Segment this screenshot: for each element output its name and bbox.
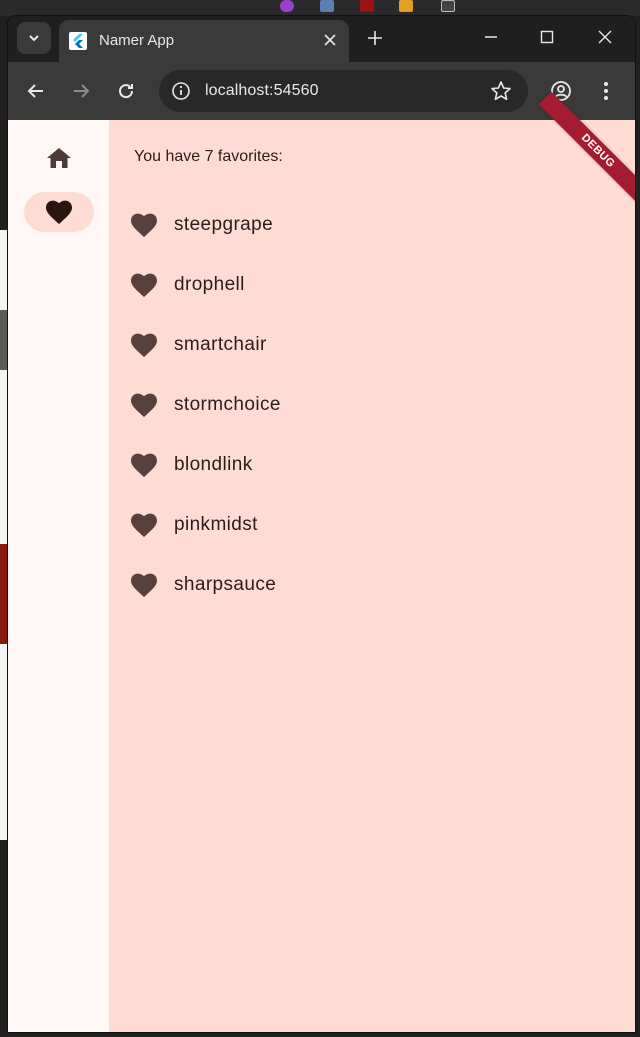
navigation-rail (8, 120, 109, 1032)
close-window-button[interactable] (585, 22, 625, 52)
heart-icon (131, 213, 157, 237)
reload-button[interactable] (111, 76, 141, 106)
app-viewport: You have 7 favorites: steepgrape drophel… (8, 91, 635, 1032)
reload-icon (119, 84, 134, 99)
address-bar[interactable]: localhost:54560 (159, 70, 528, 112)
list-item[interactable]: smartchair (109, 316, 529, 372)
favorite-word: steepgrape (174, 214, 274, 235)
list-item[interactable]: stormchoice (109, 376, 529, 432)
browser-window: Namer App localhost:54560 You have 7 fav… (8, 16, 635, 1032)
arrow-right-icon (74, 84, 90, 98)
app-icon-5[interactable] (441, 0, 455, 12)
maximize-button[interactable] (527, 22, 567, 52)
favorite-word: smartchair (174, 334, 267, 355)
chevron-down-icon (29, 35, 39, 42)
heart-icon (46, 200, 72, 224)
forward-button[interactable] (66, 76, 96, 106)
favorite-word: pinkmidst (174, 514, 258, 535)
info-icon (172, 82, 190, 100)
app-icon-3[interactable] (360, 0, 374, 12)
heart-icon (131, 333, 157, 357)
url-text[interactable]: localhost:54560 (205, 82, 319, 100)
list-item[interactable]: drophell (109, 256, 529, 312)
favorite-word: blondlink (174, 454, 253, 475)
tab-search-button[interactable] (17, 22, 51, 54)
heart-icon (131, 573, 157, 597)
list-item[interactable]: blondlink (109, 436, 529, 492)
close-icon (598, 30, 612, 44)
list-item[interactable]: steepgrape (109, 196, 529, 252)
close-icon (324, 34, 336, 46)
new-tab-button[interactable] (362, 25, 388, 51)
site-info-button[interactable] (169, 79, 193, 103)
favorites-count-text: You have 7 favorites: (134, 148, 283, 165)
minimize-button[interactable] (471, 22, 511, 52)
tab-close-button[interactable] (319, 29, 341, 51)
rail-item-favorites[interactable] (24, 192, 94, 232)
flutter-logo-icon (69, 32, 87, 50)
favorite-word: stormchoice (174, 394, 281, 415)
menu-button[interactable] (591, 76, 621, 106)
arrow-left-icon (27, 84, 43, 98)
heart-icon (131, 273, 157, 297)
maximize-icon (540, 30, 554, 44)
app-icon-4[interactable] (399, 0, 413, 12)
tab-active[interactable]: Namer App (59, 20, 349, 62)
tab-title: Namer App (99, 32, 175, 49)
star-icon[interactable] (490, 80, 512, 102)
back-button[interactable] (21, 76, 51, 106)
plus-icon (368, 31, 382, 45)
favorite-word: sharpsauce (174, 574, 277, 595)
browser-toolbar: localhost:54560 (8, 62, 635, 120)
tab-strip: Namer App (8, 16, 635, 62)
more-vert-icon (604, 82, 608, 100)
minimize-icon (485, 36, 497, 38)
taskbar (0, 0, 640, 16)
home-icon (47, 148, 71, 168)
heart-icon (131, 513, 157, 537)
heart-icon (131, 453, 157, 477)
list-item[interactable]: pinkmidst (109, 496, 529, 552)
rail-item-home[interactable] (24, 138, 94, 178)
app-icon-2[interactable] (320, 0, 334, 12)
app-icon-1[interactable] (280, 0, 294, 12)
favorites-page: You have 7 favorites: steepgrape drophel… (109, 120, 635, 1032)
list-item[interactable]: sharpsauce (109, 556, 529, 612)
heart-icon (131, 393, 157, 417)
favorite-word: drophell (174, 274, 245, 295)
desktop: Namer App localhost:54560 You have 7 fav… (0, 0, 640, 1037)
